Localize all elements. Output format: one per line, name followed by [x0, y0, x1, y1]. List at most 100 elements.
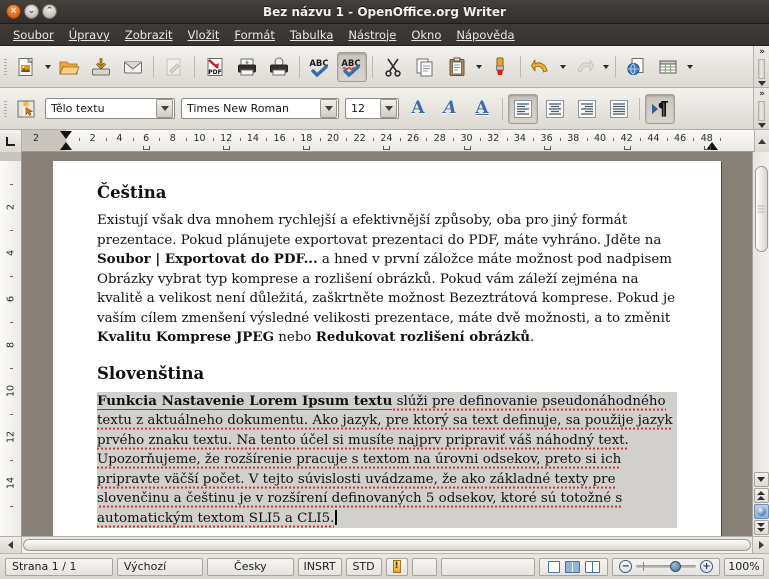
paste-button[interactable]: [442, 52, 472, 82]
horizontal-scroll-thumb[interactable]: [23, 539, 751, 551]
align-center-button[interactable]: [540, 94, 570, 124]
single-page-view-icon[interactable]: [548, 561, 560, 573]
zoom-slider-knob[interactable]: [670, 561, 681, 572]
print-preview-button[interactable]: [264, 52, 294, 82]
text-direction-ltr-button[interactable]: [645, 94, 675, 124]
underline-button[interactable]: A: [467, 94, 497, 124]
align-justified-button[interactable]: [604, 94, 634, 124]
paragraph-slovenstina-selected[interactable]: Funkcia Nastavenie Lorem Ipsum textu slú…: [97, 392, 677, 529]
ruler-tab-stop[interactable]: [303, 146, 310, 150]
vertical-scrollbar[interactable]: [752, 152, 769, 536]
ruler-tab-stop[interactable]: [704, 146, 711, 150]
formatting-toolbar-overflow[interactable]: »: [753, 88, 769, 129]
menu-napoveda[interactable]: Nápověda: [449, 25, 521, 45]
ruler-tab-stop[interactable]: [223, 146, 230, 150]
menu-soubor[interactable]: Soubor: [6, 25, 61, 45]
undo-button[interactable]: [526, 52, 556, 82]
maximize-window-button[interactable]: ⌃: [42, 4, 57, 19]
horizontal-ruler[interactable]: 2 24681012141618202224262830323436384042…: [22, 130, 754, 152]
zoom-in-button[interactable]: +: [700, 560, 713, 573]
scroll-down-button[interactable]: [754, 472, 769, 487]
ruler-tab-stop[interactable]: [143, 146, 150, 150]
print-file-button[interactable]: [232, 52, 262, 82]
scroll-right-button[interactable]: [752, 537, 769, 553]
status-insert-mode[interactable]: INSRT: [298, 558, 342, 576]
status-selection-mode[interactable]: STD: [346, 558, 382, 576]
cut-button[interactable]: [378, 52, 408, 82]
paragraph-style-combo[interactable]: Tělo textu: [45, 98, 175, 119]
status-page-style[interactable]: Výchozí: [117, 558, 203, 576]
insert-table-button[interactable]: [653, 52, 683, 82]
vertical-scroll-trough[interactable]: [753, 152, 769, 472]
status-view-layout[interactable]: [539, 558, 608, 576]
book-view-icon[interactable]: [585, 561, 600, 573]
copy-button[interactable]: [410, 52, 440, 82]
tab-stop-selector[interactable]: [0, 130, 22, 152]
close-window-button[interactable]: ×: [6, 4, 21, 19]
next-page-button[interactable]: [754, 520, 769, 535]
edit-file-button[interactable]: [159, 52, 189, 82]
send-email-button[interactable]: [118, 52, 148, 82]
document-page[interactable]: Čeština Existují však dva mnohem rychlej…: [53, 161, 721, 536]
multi-page-view-icon[interactable]: [565, 561, 580, 573]
zoom-out-button[interactable]: −: [619, 560, 632, 573]
status-zoom-value[interactable]: 100%: [724, 558, 764, 576]
redo-button[interactable]: [569, 52, 599, 82]
new-document-dropdown[interactable]: [42, 52, 53, 82]
first-line-indent-marker[interactable]: [60, 131, 72, 139]
vertical-scroll-up-button[interactable]: [754, 130, 769, 152]
align-left-button[interactable]: [508, 94, 538, 124]
ruler-tab-stop[interactable]: [624, 146, 631, 150]
menu-nastroje[interactable]: Nástroje: [341, 25, 403, 45]
left-indent-marker[interactable]: [60, 142, 72, 150]
status-page-number[interactable]: Strana 1 / 1: [5, 558, 113, 576]
paragraph-style-dropdown-icon[interactable]: [156, 99, 173, 118]
status-document-modified[interactable]: !: [386, 558, 408, 576]
font-size-dropdown-icon[interactable]: [380, 99, 397, 118]
scroll-left-button[interactable]: [0, 537, 22, 553]
standard-toolbar-overflow[interactable]: »: [753, 46, 769, 87]
hyperlink-button[interactable]: [621, 52, 651, 82]
font-name-combo[interactable]: Times New Roman: [181, 98, 339, 119]
menu-okno[interactable]: Okno: [404, 25, 448, 45]
menu-upravy[interactable]: Úpravy: [62, 25, 117, 45]
minimize-window-button[interactable]: ⌄: [24, 4, 39, 19]
redo-dropdown[interactable]: [600, 52, 611, 82]
styles-and-formatting-button[interactable]: [11, 94, 41, 124]
status-language[interactable]: Česky: [207, 558, 293, 576]
horizontal-scroll-trough[interactable]: [22, 537, 752, 553]
menu-zobrazit[interactable]: Zobrazit: [118, 25, 180, 45]
formatting-toolbar-grip[interactable]: [0, 88, 10, 129]
undo-dropdown[interactable]: [557, 52, 568, 82]
font-size-combo[interactable]: 12: [345, 98, 399, 119]
zoom-slider-track[interactable]: [636, 565, 696, 568]
status-section-info[interactable]: [441, 558, 535, 576]
autospellcheck-button[interactable]: ABC: [337, 52, 367, 82]
new-document-button[interactable]: [11, 52, 41, 82]
menu-vlozit[interactable]: Vložit: [181, 25, 227, 45]
ruler-tab-stop[interactable]: [544, 146, 551, 150]
open-document-button[interactable]: [54, 52, 84, 82]
ruler-tab-stop[interactable]: [383, 146, 390, 150]
font-name-dropdown-icon[interactable]: [320, 99, 337, 118]
export-pdf-button[interactable]: PDF: [200, 52, 230, 82]
vertical-scroll-thumb[interactable]: [755, 166, 768, 252]
align-right-button[interactable]: [572, 94, 602, 124]
italic-button[interactable]: A: [435, 94, 465, 124]
menu-format[interactable]: Formát: [227, 25, 282, 45]
paste-dropdown[interactable]: [473, 52, 484, 82]
status-digital-signature[interactable]: [412, 558, 438, 576]
navigation-button[interactable]: [754, 504, 769, 519]
status-zoom-slider[interactable]: − +: [612, 558, 720, 576]
clone-formatting-button[interactable]: [485, 52, 515, 82]
spelling-check-button[interactable]: ABC: [305, 52, 335, 82]
bold-button[interactable]: A: [403, 94, 433, 124]
document-canvas[interactable]: Čeština Existují však dva mnohem rychlej…: [22, 152, 752, 536]
vertical-ruler[interactable]: 2468101214: [0, 152, 22, 536]
menu-tabulka[interactable]: Tabulka: [283, 25, 340, 45]
insert-table-dropdown[interactable]: [684, 52, 695, 82]
standard-toolbar-grip[interactable]: [0, 46, 10, 87]
previous-page-button[interactable]: [754, 488, 769, 503]
ruler-tab-stop[interactable]: [464, 146, 471, 150]
save-document-button[interactable]: [86, 52, 116, 82]
